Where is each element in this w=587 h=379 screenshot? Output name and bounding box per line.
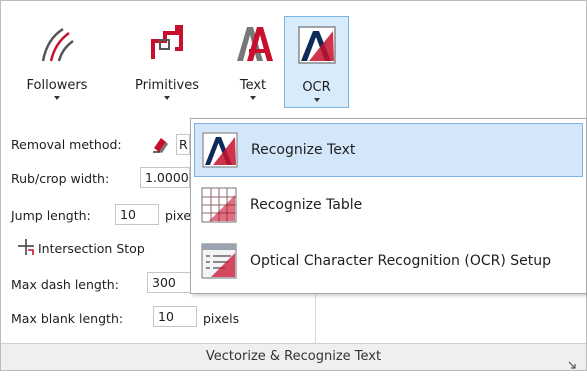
jump-length-unit: pixe <box>165 208 192 223</box>
followers-label: Followers <box>26 78 88 93</box>
recognize-table-icon <box>201 187 237 223</box>
jump-length-row: Jump length: <box>11 208 91 223</box>
followers-icon <box>37 23 77 63</box>
text-icon <box>233 23 273 63</box>
menu-item-label: Recognize Table <box>250 197 363 213</box>
text-label: Text <box>239 78 267 93</box>
panel-title: Vectorize & Recognize Text <box>205 349 382 364</box>
rub-crop-width-row: Rub/crop width: <box>11 171 109 186</box>
chevron-down-icon <box>250 96 256 100</box>
ocr-dropdown-menu: Recognize Text Recognize Table Optical C… <box>190 118 587 294</box>
menu-item-recognize-table[interactable]: Recognize Table <box>194 179 583 233</box>
menu-item-recognize-text[interactable]: Recognize Text <box>194 123 583 177</box>
removal-method-select[interactable]: R <box>176 134 190 155</box>
rub-crop-width-label: Rub/crop width: <box>11 171 110 186</box>
intersection-stop-icon <box>17 238 35 256</box>
max-blank-length-row: Max blank length: <box>11 311 123 326</box>
ocr-button[interactable]: OCR <box>284 16 349 108</box>
removal-method-row: Removal method: <box>11 137 122 152</box>
max-blank-length-unit: pixels <box>203 311 240 326</box>
dialog-launcher-icon[interactable] <box>568 353 576 369</box>
jump-length-input[interactable]: 10 <box>115 204 159 225</box>
jump-length-label: Jump length: <box>11 208 91 223</box>
rub-crop-width-input[interactable]: 1.0000 <box>140 167 190 188</box>
ocr-setup-icon <box>201 243 237 279</box>
eraser-icon[interactable] <box>151 134 171 154</box>
ribbon-panel: Followers Primitives Text OCR Removal me… <box>0 0 587 371</box>
intersection-stop-button[interactable]: Intersection Stop <box>38 241 145 256</box>
ocr-label: OCR <box>302 80 331 95</box>
max-dash-length-input[interactable]: 300 <box>147 272 191 293</box>
chevron-down-icon <box>54 96 60 100</box>
followers-button[interactable]: Followers <box>19 15 95 107</box>
menu-item-label: Recognize Text <box>251 142 356 158</box>
text-button[interactable]: Text <box>227 15 279 107</box>
chevron-down-icon <box>164 96 170 100</box>
chevron-down-icon <box>313 98 320 102</box>
removal-method-label: Removal method: <box>11 137 122 152</box>
menu-item-label: Optical Character Recognition (OCR) Setu… <box>250 253 552 269</box>
menu-item-ocr-setup[interactable]: Optical Character Recognition (OCR) Setu… <box>194 235 583 289</box>
recognize-text-icon <box>202 132 238 168</box>
max-blank-length-label: Max blank length: <box>11 311 124 326</box>
max-dash-length-label: Max dash length: <box>11 277 119 292</box>
ocr-icon <box>297 25 337 65</box>
primitives-icon <box>147 23 187 63</box>
max-dash-length-row: Max dash length: <box>11 277 119 292</box>
primitives-label: Primitives <box>134 78 200 93</box>
panel-footer: Vectorize & Recognize Text <box>1 343 586 370</box>
max-blank-length-input[interactable]: 10 <box>153 306 197 327</box>
primitives-button[interactable]: Primitives <box>125 15 209 107</box>
